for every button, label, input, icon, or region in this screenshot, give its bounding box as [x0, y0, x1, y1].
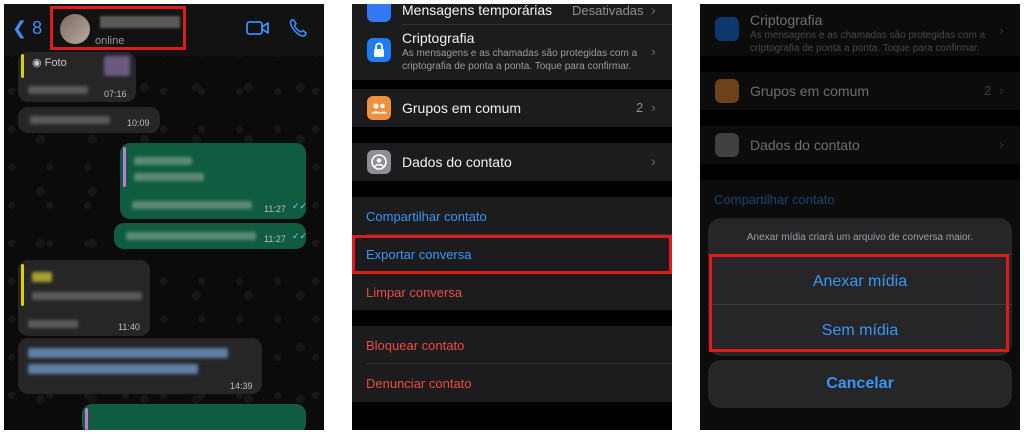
video-call-button[interactable]	[246, 18, 270, 43]
message-time: 07:16	[104, 89, 127, 99]
highlight-contact-name	[50, 6, 186, 50]
groups-in-common-label: Grupos em comum	[402, 100, 522, 116]
contact-details-row[interactable]: Dados do contato ›	[352, 143, 672, 181]
message-text-redacted	[30, 116, 110, 124]
message-bubble-incoming[interactable]: 14:39	[18, 338, 262, 394]
message-time: 11:27	[264, 234, 286, 244]
encryption-description: As mensagens e as chamadas são protegida…	[402, 48, 638, 72]
photo-reply: ◉ Foto	[32, 57, 67, 69]
double-check-icon: ✓✓	[292, 201, 308, 211]
action-sheet-message: Anexar mídia criará um arquivo de conver…	[746, 232, 974, 243]
unread-count: 8	[32, 18, 43, 38]
chevron-right-icon: ›	[651, 99, 656, 115]
disappearing-messages-value: Desativadas	[572, 4, 644, 18]
share-contact-button[interactable]: Compartilhar contato	[366, 209, 487, 224]
message-text-redacted	[28, 86, 88, 94]
phone-icon	[289, 19, 307, 37]
quoted-text-redacted	[134, 157, 192, 165]
contact-details-label: Dados do contato	[402, 154, 512, 170]
block-contact-button[interactable]: Bloquear contato	[366, 338, 464, 353]
quoted-text-redacted	[32, 292, 142, 300]
quoted-author-redacted	[32, 272, 52, 282]
chevron-right-icon: ›	[651, 4, 656, 18]
camera-icon: ◉	[32, 57, 42, 69]
message-time: 14:39	[230, 381, 253, 391]
danger-group: Bloquear contato Denunciar contato	[352, 326, 672, 402]
timer-icon	[367, 4, 391, 22]
message-time: 11:40	[118, 322, 140, 332]
encryption-row[interactable]: Criptografia As mensagens e as chamadas …	[352, 25, 672, 80]
message-text-redacted	[28, 320, 78, 328]
export-options-screen: Criptografia As mensagens e as chamadas …	[700, 4, 1020, 430]
chevron-right-icon: ›	[651, 153, 656, 169]
group-icon	[367, 96, 391, 120]
message-bubble-incoming[interactable]: 11:40	[18, 260, 150, 336]
quote-bar	[21, 54, 24, 78]
quoted-text-redacted	[134, 173, 204, 181]
chat-screen: ❮ 8 online ◉ Foto 07:16 10:09 11:27 ✓✓ 1…	[4, 4, 324, 430]
cancel-sheet: Cancelar	[708, 360, 1012, 408]
lock-icon	[367, 38, 391, 62]
back-button[interactable]: ❮ 8	[12, 18, 42, 39]
chevron-right-icon: ›	[651, 43, 656, 59]
quote-bar	[123, 147, 126, 187]
disappearing-messages-label[interactable]: Mensagens temporárias	[402, 4, 552, 18]
highlight-media-options	[709, 254, 1009, 352]
link-text-redacted	[28, 364, 198, 374]
quote-bar	[85, 408, 88, 430]
message-bubble-incoming[interactable]: 10:09	[18, 107, 160, 133]
voice-call-button[interactable]	[288, 18, 308, 43]
clear-chat-button[interactable]: Limpar conversa	[366, 285, 462, 300]
message-text-redacted	[126, 232, 256, 240]
photo-thumbnail-redacted	[104, 56, 130, 76]
link-text-redacted	[28, 348, 228, 358]
chevron-left-icon: ❮	[12, 18, 28, 38]
message-bubble-outgoing[interactable]: 11:27 ✓✓	[120, 143, 308, 219]
message-bubble-outgoing[interactable]: 11:27 ✓✓	[114, 223, 308, 249]
contact-card-icon	[367, 150, 391, 174]
encryption-label: Criptografia	[402, 30, 475, 46]
message-bubble-incoming[interactable]: ◉ Foto 07:16	[18, 52, 136, 102]
message-time: 11:27	[264, 204, 286, 214]
report-contact-button[interactable]: Denunciar contato	[366, 376, 472, 391]
groups-in-common-count: 2	[636, 100, 644, 115]
message-text-redacted	[132, 201, 252, 209]
privacy-group: Mensagens temporárias Desativadas › Crip…	[352, 4, 672, 80]
groups-in-common-row[interactable]: Grupos em comum 2 ›	[352, 89, 672, 127]
highlight-export-chat	[352, 235, 672, 274]
double-check-icon: ✓✓	[292, 231, 308, 241]
message-time: 10:09	[127, 118, 150, 128]
message-bubble-outgoing[interactable]	[82, 404, 306, 430]
video-camera-icon	[246, 21, 269, 35]
quote-bar	[21, 264, 24, 306]
divider	[366, 363, 672, 364]
cancel-button[interactable]: Cancelar	[708, 375, 1012, 393]
contact-info-screen: Mensagens temporárias Desativadas › Crip…	[352, 4, 672, 430]
